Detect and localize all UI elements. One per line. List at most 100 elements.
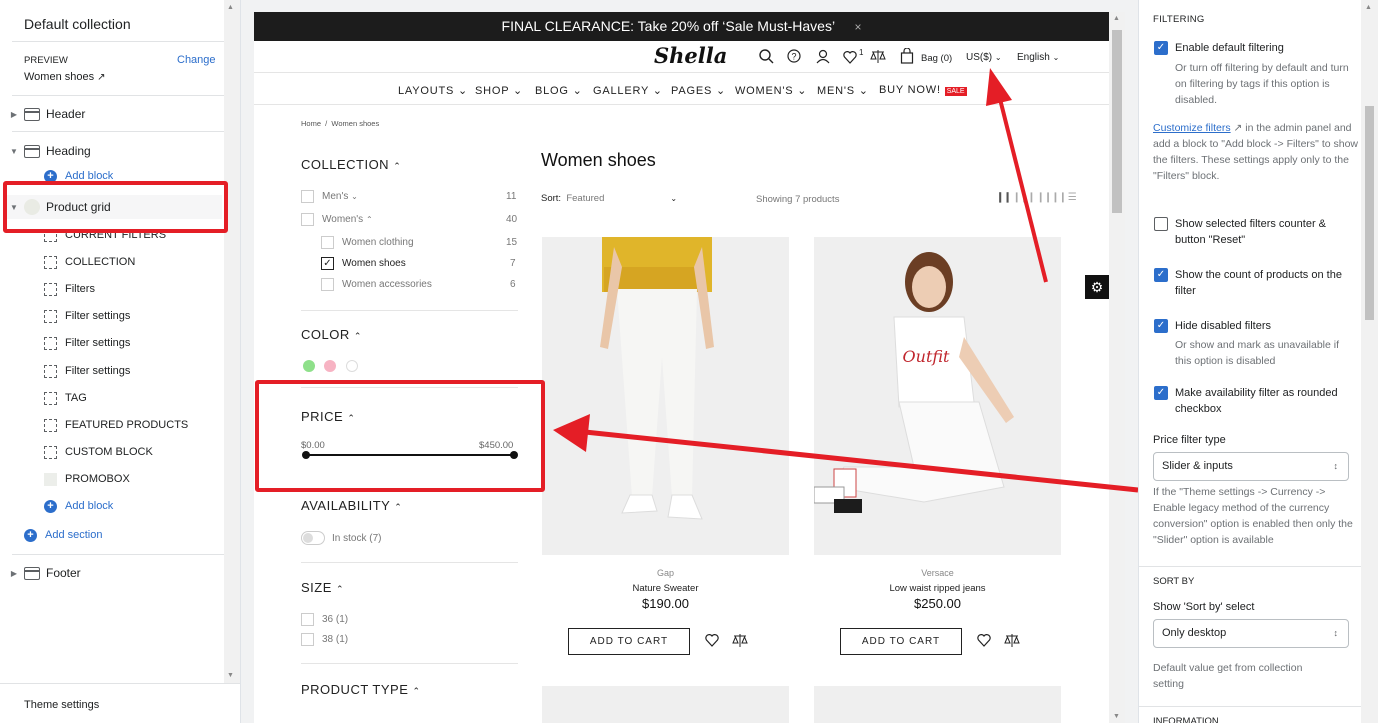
nav-buy-now[interactable]: BUY NOW! SALE: [879, 84, 967, 96]
sortby-help: Default value get from collection settin…: [1153, 662, 1303, 690]
show-selected-counter-checkbox[interactable]: [1154, 217, 1168, 231]
change-link[interactable]: Change: [177, 54, 216, 66]
filter-women-clothing[interactable]: Women clothing: [321, 236, 414, 249]
filter-size-heading[interactable]: SIZE ⌃: [301, 580, 344, 595]
block-icon: [44, 282, 57, 296]
add-section-button[interactable]: + Add section: [24, 525, 102, 545]
in-stock-toggle[interactable]: [301, 531, 325, 545]
sort-select[interactable]: Sort: Featured ⌄: [541, 193, 677, 204]
nav-gallery[interactable]: GALLERY ⌄: [593, 84, 663, 97]
block-filters[interactable]: Filters: [44, 279, 95, 299]
nav-shop[interactable]: SHOP ⌄: [475, 84, 523, 97]
block-label: Filters: [65, 283, 95, 295]
product-vendor[interactable]: Versace: [814, 568, 1061, 578]
wishlist-heart-icon[interactable]: [705, 633, 720, 647]
settings-scrollbar[interactable]: ▲: [1361, 0, 1378, 723]
block-filter-settings-3[interactable]: Filter settings: [44, 361, 130, 381]
account-icon[interactable]: [816, 49, 831, 64]
block-icon: [44, 364, 57, 378]
help-icon[interactable]: ?: [787, 49, 802, 64]
section-footer[interactable]: ▶ Footer: [0, 561, 224, 585]
block-filter-settings-1[interactable]: Filter settings: [44, 306, 130, 326]
close-icon[interactable]: ×: [854, 20, 861, 34]
product-image-3[interactable]: [542, 686, 789, 723]
block-custom-block[interactable]: CUSTOM BLOCK: [44, 442, 153, 462]
nav-blog[interactable]: BLOG ⌄: [535, 84, 583, 97]
filter-availability-heading[interactable]: AVAILABILITY ⌃: [301, 498, 402, 513]
compare-icon[interactable]: [1004, 633, 1020, 648]
chevron-down-icon: ▼: [10, 146, 18, 156]
price-filter-type-help: If the "Theme settings -> Currency -> En…: [1153, 486, 1353, 546]
wishlist-heart-icon[interactable]: [977, 633, 992, 647]
product-image-2[interactable]: Outfit: [814, 237, 1061, 555]
sidebar-scrollbar[interactable]: ▲ ▼: [224, 0, 240, 683]
section-heading-label: Heading: [46, 144, 91, 158]
section-header[interactable]: ▶ Header: [0, 102, 224, 126]
filter-count: 11: [506, 191, 517, 202]
theme-settings-link[interactable]: Theme settings: [24, 699, 99, 711]
show-sortby-select[interactable]: Only desktop ↕: [1153, 619, 1349, 648]
plus-icon: +: [24, 528, 37, 542]
color-swatch-pink[interactable]: [324, 360, 336, 372]
search-icon[interactable]: [759, 49, 774, 64]
filter-size-36[interactable]: 36 (1): [301, 613, 348, 626]
add-block-label: Add block: [65, 500, 114, 512]
nav-mens[interactable]: MEN'S ⌄: [817, 84, 869, 97]
color-swatch-white[interactable]: [346, 360, 358, 372]
sort-label: Sort:: [541, 193, 562, 204]
hide-disabled-checkbox[interactable]: ✓: [1154, 319, 1168, 333]
compare-icon[interactable]: [870, 49, 886, 64]
filter-product-type-heading[interactable]: PRODUCT TYPE ⌃: [301, 682, 421, 697]
currency-selector[interactable]: US($) ⌄: [966, 52, 1002, 63]
add-to-cart-button[interactable]: ADD TO CART: [840, 628, 962, 655]
breadcrumb[interactable]: Home / Women shoes: [301, 119, 379, 128]
filter-mens[interactable]: Men's ⌄: [301, 190, 358, 203]
bag-label[interactable]: Bag (0): [921, 53, 952, 64]
nav-pages[interactable]: PAGES ⌄: [671, 84, 726, 97]
block-icon: [44, 336, 57, 350]
product-name[interactable]: Nature Sweater: [542, 583, 789, 594]
block-tag[interactable]: TAG: [44, 388, 87, 408]
filter-women-accessories[interactable]: Women accessories: [321, 278, 432, 291]
filter-womens[interactable]: Women's ⌃: [301, 213, 373, 226]
nav-womens[interactable]: WOMEN'S ⌄: [735, 84, 807, 97]
preview-page[interactable]: Women shoes ↗: [24, 71, 106, 83]
preview-scrollbar[interactable]: ▲ ▼: [1109, 12, 1125, 723]
filter-collection-heading[interactable]: COLLECTION ⌃: [301, 157, 401, 172]
product-count: Showing 7 products: [756, 194, 840, 205]
store-logo[interactable]: Shella: [654, 43, 727, 68]
filter-color-heading[interactable]: COLOR ⌃: [301, 327, 362, 342]
block-filter-settings-2[interactable]: Filter settings: [44, 333, 130, 353]
product-image-1[interactable]: [542, 237, 789, 555]
add-section-label: Add section: [45, 529, 103, 541]
preview-page-label: Women shoes: [24, 71, 95, 83]
filter-count: 7: [510, 258, 516, 269]
product-image-4[interactable]: [814, 686, 1061, 723]
product-price: $250.00: [914, 596, 961, 611]
filter-size-38[interactable]: 38 (1): [301, 633, 348, 646]
language-selector[interactable]: English ⌄: [1017, 52, 1059, 63]
block-promobox[interactable]: PROMOBOX: [44, 469, 130, 489]
price-filter-type-label: Price filter type: [1153, 434, 1226, 446]
color-swatch-green[interactable]: [303, 360, 315, 372]
product-name[interactable]: Low waist ripped jeans: [814, 583, 1061, 594]
customize-filters-link[interactable]: Customize filters: [1153, 122, 1231, 134]
bag-icon[interactable]: [900, 48, 914, 64]
rounded-checkbox-checkbox[interactable]: ✓: [1154, 386, 1168, 400]
block-collection[interactable]: COLLECTION: [44, 252, 135, 272]
filter-women-shoes[interactable]: ✓ Women shoes: [321, 257, 406, 270]
chevron-right-icon: ▶: [10, 568, 18, 578]
compare-icon[interactable]: [732, 633, 748, 648]
nav-layouts[interactable]: LAYOUTS ⌄: [398, 84, 468, 97]
block-featured-products[interactable]: FEATURED PRODUCTS: [44, 415, 188, 435]
section-heading[interactable]: ▼ Heading: [0, 139, 224, 163]
enable-default-filtering-checkbox[interactable]: ✓: [1154, 41, 1168, 55]
add-block-product-grid[interactable]: + Add block: [44, 496, 113, 516]
settings-gear-icon[interactable]: ⚙: [1085, 275, 1109, 299]
price-filter-type-select[interactable]: Slider & inputs ↕: [1153, 452, 1349, 481]
product-vendor[interactable]: Gap: [542, 568, 789, 578]
grid-view-icon[interactable]: ❙❙ ❙❙❙ ❙❙❙❙ ☰: [996, 192, 1077, 203]
show-count-checkbox[interactable]: ✓: [1154, 268, 1168, 282]
wishlist-heart-icon[interactable]: [843, 50, 858, 64]
add-to-cart-button[interactable]: ADD TO CART: [568, 628, 690, 655]
